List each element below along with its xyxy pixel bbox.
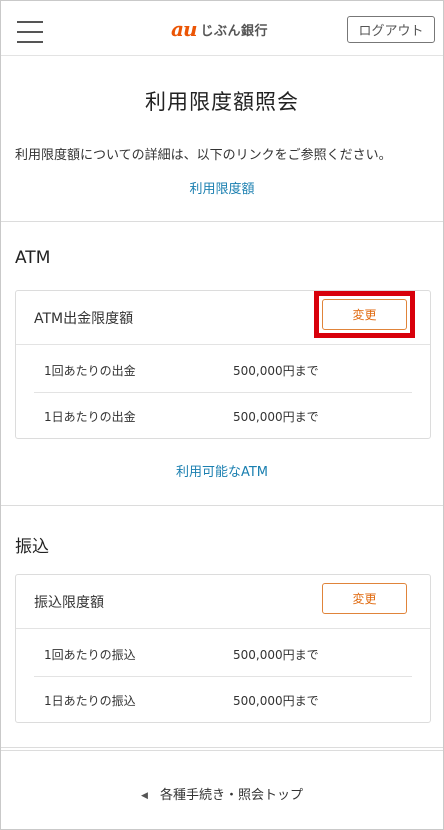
row-value: 500,000円まで <box>233 364 319 378</box>
table-row: 1回あたりの出金 500,000円まで <box>34 347 412 393</box>
divider <box>1 505 443 506</box>
section-title-transfer: 振込 <box>15 537 49 557</box>
limit-link[interactable]: 利用限度額 <box>1 178 443 197</box>
row-value: 500,000円まで <box>233 648 319 662</box>
transfer-change-button[interactable]: 変更 <box>322 583 407 614</box>
table-row: 1回あたりの振込 500,000円まで <box>34 631 412 677</box>
row-value: 500,000円まで <box>233 694 319 708</box>
divider <box>1 221 443 222</box>
triangle-left-icon: ◀ <box>141 791 148 801</box>
section-title-atm: ATM <box>15 248 51 268</box>
card-header: ATM出金限度額 変更 <box>16 291 430 345</box>
logout-button[interactable]: ログアウト <box>347 16 435 43</box>
row-label: 1日あたりの振込 <box>44 694 136 708</box>
logo[interactable]: au じぶん銀行 <box>171 18 268 40</box>
table-row: 1日あたりの出金 500,000円まで <box>34 393 412 439</box>
highlight-box <box>314 291 415 338</box>
card-title: ATM出金限度額 <box>34 311 134 327</box>
page-title: 利用限度額照会 <box>145 90 299 114</box>
transfer-limit-card: 振込限度額 変更 1回あたりの振込 500,000円まで 1日あたりの振込 50… <box>15 574 431 723</box>
hamburger-menu-icon[interactable] <box>17 19 43 43</box>
app-frame: au じぶん銀行 ログアウト 利用限度額照会 利用限度額についての詳細は、以下の… <box>1 1 443 829</box>
card-header: 振込限度額 変更 <box>16 575 430 629</box>
logo-text: じぶん銀行 <box>200 23 269 39</box>
back-link-label: 各種手続き・照会トップ <box>159 788 303 803</box>
atm-limit-card: ATM出金限度額 変更 1回あたりの出金 500,000円まで 1日あたりの出金… <box>15 290 431 439</box>
divider <box>1 750 443 751</box>
divider <box>1 747 443 748</box>
table-row: 1日あたりの振込 500,000円まで <box>34 677 412 723</box>
header: au じぶん銀行 ログアウト <box>1 1 443 56</box>
card-title: 振込限度額 <box>34 595 104 611</box>
logo-au-mark: au <box>171 17 197 41</box>
back-to-procedures-link[interactable]: ◀ 各種手続き・照会トップ <box>1 784 443 803</box>
row-label: 1回あたりの出金 <box>44 364 136 378</box>
row-label: 1日あたりの出金 <box>44 410 136 424</box>
row-label: 1回あたりの振込 <box>44 648 136 662</box>
available-atm-link[interactable]: 利用可能なATM <box>1 461 443 480</box>
intro-text: 利用限度額についての詳細は、以下のリンクをご参照ください。 <box>15 148 392 163</box>
row-value: 500,000円まで <box>233 410 319 424</box>
